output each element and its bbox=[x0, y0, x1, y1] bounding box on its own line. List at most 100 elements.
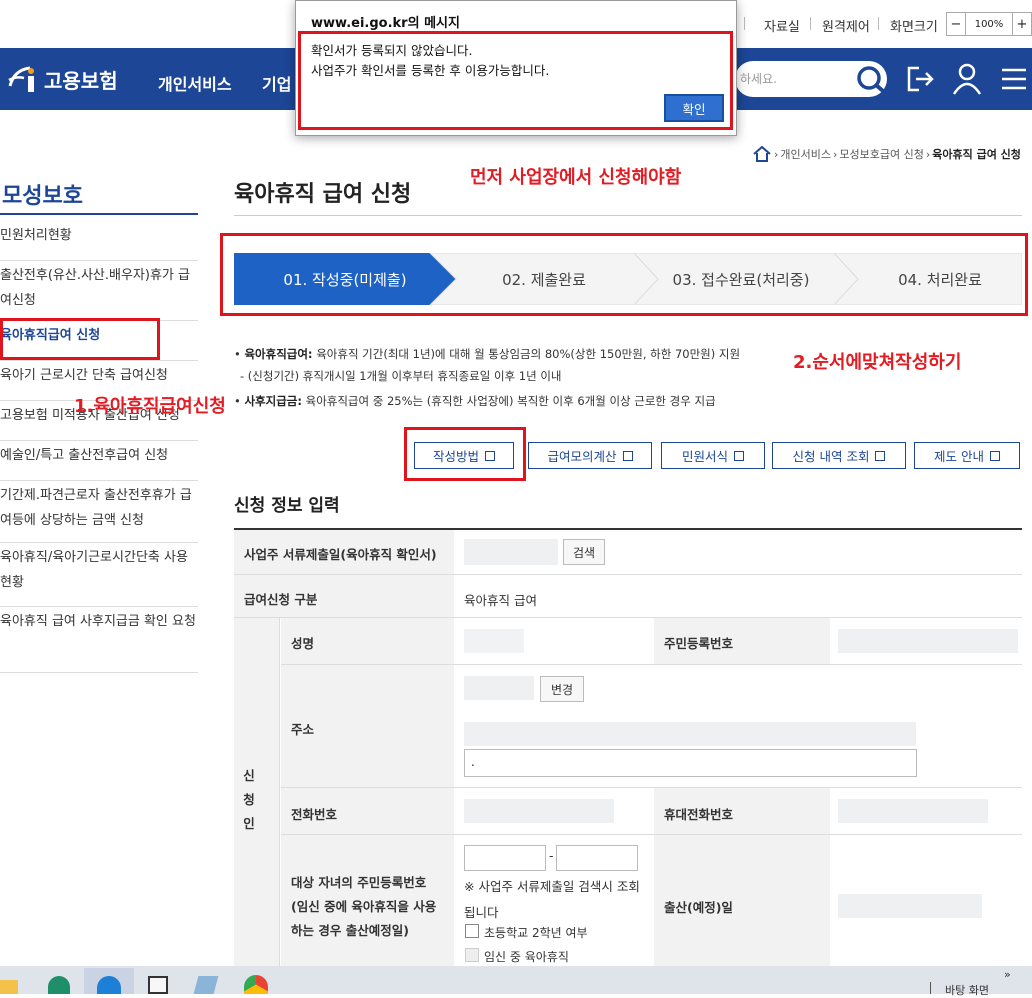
address-label: 주소 bbox=[281, 665, 454, 787]
grade2-checkbox[interactable] bbox=[465, 924, 479, 938]
employer-submit-date-field bbox=[464, 539, 558, 565]
annotation-apply-first: 먼저 사업장에서 신청해야함 bbox=[470, 167, 682, 188]
dialog-title: www.ei.go.kr의 메시지 bbox=[311, 16, 460, 31]
application-history-label: 신청 내역 조회 bbox=[792, 449, 870, 464]
phone-label: 전화번호 bbox=[281, 788, 454, 834]
postal-code-field bbox=[464, 676, 534, 700]
divider bbox=[930, 982, 931, 994]
page-title: 육아휴직 급여 신청 bbox=[234, 182, 412, 207]
site-logo[interactable]: 고용보험 bbox=[6, 64, 118, 94]
search-icon[interactable] bbox=[854, 64, 888, 94]
external-link-icon bbox=[622, 450, 633, 461]
external-link-icon bbox=[875, 450, 886, 461]
home-icon[interactable] bbox=[752, 146, 772, 162]
benefit-label: 육아휴직급여: bbox=[244, 347, 313, 361]
applicant-group-header bbox=[234, 618, 280, 966]
mobile-value bbox=[838, 799, 988, 823]
how-to-write-highlight-box bbox=[404, 427, 526, 481]
nav-personal-service[interactable]: 개인서비스 bbox=[158, 71, 232, 95]
application-period: - (신청기간) 휴직개시일 1개월 이후부터 휴직종료일 이후 1년 이내 bbox=[240, 369, 562, 383]
remote-control-link[interactable]: 원격제어 bbox=[822, 16, 870, 35]
system-guide-button[interactable]: 제도 안내 bbox=[914, 442, 1020, 469]
benefit-text: 육아휴직 기간(최대 1년)에 대해 월 통상임금의 80%(상한 150만원,… bbox=[316, 347, 741, 361]
application-history-button[interactable]: 신청 내역 조회 bbox=[772, 442, 906, 469]
title-divider bbox=[234, 215, 1022, 216]
breadcrumb-item[interactable]: 모성보호급여 신청 bbox=[839, 146, 923, 162]
steps-highlight-box bbox=[220, 233, 1028, 316]
name-label: 성명 bbox=[281, 618, 454, 664]
breadcrumb-current: 육아휴직 급여 신청 bbox=[932, 148, 1021, 161]
applicant-group-label: 신청인 bbox=[243, 768, 255, 831]
change-address-button[interactable]: 변경 bbox=[540, 676, 584, 702]
logo-text: 고용보험 bbox=[44, 68, 118, 93]
chevron-right-icon: › bbox=[925, 147, 931, 161]
phone-value bbox=[464, 799, 614, 823]
section-title: 신청 정보 입력 bbox=[234, 496, 340, 516]
archive-link[interactable]: 자료실 bbox=[764, 16, 800, 35]
nav-enterprise-service[interactable]: 기업 bbox=[262, 71, 291, 95]
external-link-icon bbox=[734, 450, 744, 461]
sidebar-item-deferred-payment[interactable]: 육아휴직 급여 사후지급금 확인 요청 bbox=[0, 607, 198, 673]
sidebar-item-maternity-leave[interactable]: 출산전후(유산.사산.배우자)휴가 급여신청 bbox=[0, 261, 198, 321]
child-id-front-input[interactable] bbox=[464, 845, 546, 871]
mobile-label: 휴대전화번호 bbox=[654, 788, 830, 834]
benefit-simulation-button[interactable]: 급여모의계산 bbox=[528, 442, 652, 469]
sidebar-item-contract-worker[interactable]: 기간제.파견근로자 출산전후휴가 급여등에 상당하는 금액 신청 bbox=[0, 481, 198, 543]
address-line2-field[interactable]: . bbox=[464, 749, 917, 777]
file-explorer-icon[interactable] bbox=[0, 980, 18, 994]
pregnancy-leave-checkbox[interactable] bbox=[465, 948, 479, 962]
zoom-value: 100% bbox=[966, 13, 1013, 35]
system-guide-label: 제도 안내 bbox=[934, 449, 984, 464]
edge-icon[interactable] bbox=[97, 976, 121, 994]
resident-number-label: 주민등록번호 bbox=[654, 618, 830, 664]
breadcrumb-item[interactable]: 개인서비스 bbox=[780, 146, 831, 162]
menu-icon[interactable] bbox=[1000, 66, 1028, 92]
chevron-up-icon[interactable]: » bbox=[1004, 968, 1011, 981]
search-button[interactable]: 검색 bbox=[563, 539, 605, 565]
zoom-in-button[interactable]: + bbox=[1013, 13, 1031, 35]
sidebar-highlight-box bbox=[0, 318, 160, 360]
user-icon[interactable] bbox=[952, 62, 982, 96]
annotation-sidebar-step: 1.육아휴직급여신청 bbox=[74, 396, 226, 417]
name-value bbox=[464, 629, 524, 653]
zoom-control: − 100% + bbox=[946, 12, 1032, 36]
divider bbox=[878, 17, 879, 30]
divider bbox=[744, 17, 745, 30]
birth-date-label: 출산(예정)일 bbox=[654, 835, 830, 966]
sidebar-item-status[interactable]: 민원처리현황 bbox=[0, 221, 198, 261]
show-desktop-label[interactable]: 바탕 화면 bbox=[945, 982, 989, 998]
ei-logo-icon bbox=[6, 64, 40, 94]
resident-number-value bbox=[838, 629, 1018, 653]
civil-forms-label: 민원서식 bbox=[681, 449, 728, 464]
address-line2-value: . bbox=[471, 755, 475, 769]
sidebar-item-artist-birth[interactable]: 예술인/특고 출산전후급여 신청 bbox=[0, 441, 198, 481]
deferred-label: 사후지급금: bbox=[244, 394, 302, 408]
search-placeholder: 하세요. bbox=[740, 72, 777, 86]
annotation-follow-order: 2.순서에맞쳐작성하기 bbox=[793, 352, 962, 373]
child-id-label: 대상 자녀의 주민등록번호 (임신 중에 육아휴직을 사용하는 경우 출산예정일… bbox=[281, 835, 454, 966]
grade2-label: 초등학교 2학년 여부 bbox=[484, 926, 588, 940]
birth-date-field bbox=[838, 894, 982, 918]
benefit-simulation-label: 급여모의계산 bbox=[547, 449, 617, 464]
benefit-type-label: 급여신청 구분 bbox=[234, 575, 454, 617]
employer-submit-date-label: 사업주 서류제출일(육아휴직 확인서) bbox=[234, 530, 454, 574]
dialog-highlight-box bbox=[298, 31, 733, 130]
screen-size-label: 화면크기 bbox=[890, 20, 938, 35]
zoom-out-button[interactable]: − bbox=[947, 13, 966, 35]
address-line1-field bbox=[464, 722, 916, 746]
sidebar-divider bbox=[0, 213, 198, 215]
sidebar-title: 모성보호 bbox=[2, 184, 83, 209]
dash-separator: - bbox=[549, 848, 554, 863]
logout-icon[interactable] bbox=[905, 64, 935, 94]
chevron-right-icon: › bbox=[833, 147, 838, 161]
pregnancy-leave-label: 임신 중 육아휴직 bbox=[484, 950, 569, 964]
benefit-description: • 육아휴직급여: 육아휴직 기간(최대 1년)에 대해 월 통상임금의 80%… bbox=[234, 347, 741, 361]
chrome-icon[interactable] bbox=[244, 975, 268, 994]
app-icon[interactable] bbox=[48, 976, 70, 994]
child-id-back-input[interactable] bbox=[556, 845, 638, 871]
civil-forms-button[interactable]: 민원서식 bbox=[661, 442, 765, 469]
sidebar-item-usage-status[interactable]: 육아휴직/육아기근로시간단축 사용현황 bbox=[0, 543, 198, 607]
benefit-type-value: 육아휴직 급여 bbox=[464, 593, 537, 608]
deferred-text: 육아휴직급여 중 25%는 (휴직한 사업장에) 복직한 이후 6개월 이상 근… bbox=[305, 394, 716, 408]
notepad-icon[interactable] bbox=[148, 976, 168, 994]
